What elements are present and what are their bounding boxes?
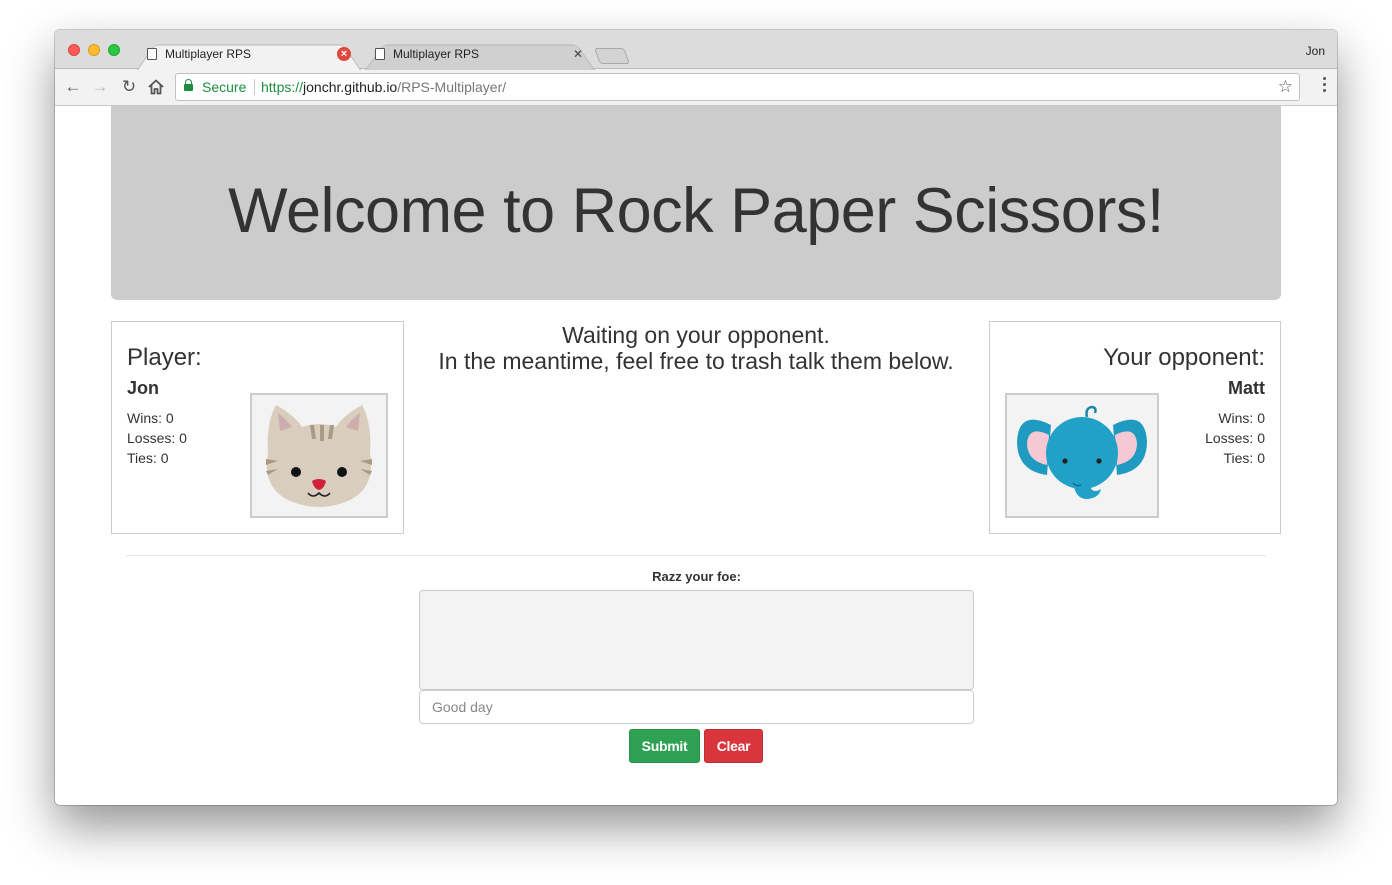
opponent-name: Matt xyxy=(1228,378,1265,398)
forward-arrow-icon[interactable]: → xyxy=(88,76,112,98)
profile-name[interactable]: Jon xyxy=(1306,44,1325,58)
elephant-icon xyxy=(1017,405,1147,499)
opponent-ties: Ties: 0 xyxy=(1223,450,1266,466)
submit-button[interactable]: Submit xyxy=(629,729,700,763)
opponent-panel: Your opponent: Matt Wins: 0 Losses: 0 Ti… xyxy=(989,321,1281,534)
window-maximize-button[interactable] xyxy=(108,44,120,56)
tab-title: Multiplayer RPS xyxy=(393,47,480,61)
divider xyxy=(254,79,255,95)
opponent-title: Your opponent: xyxy=(1103,344,1265,371)
page-icon xyxy=(375,48,385,60)
tab-strip: Multiplayer RPS × Multiplayer RPS ✕ Jon xyxy=(55,30,1337,69)
window-close-button[interactable] xyxy=(68,44,80,56)
status-line-1: Waiting on your opponent. xyxy=(562,322,830,348)
player-ties: Ties: 0 xyxy=(127,450,169,466)
back-arrow-icon[interactable]: ← xyxy=(61,76,85,98)
status-message: Waiting on your opponent. In the meantim… xyxy=(431,322,961,374)
browser-toolbar: ← → ↻ Secure https://jonchr.github.io/RP… xyxy=(55,69,1337,106)
browser-menu-icon[interactable] xyxy=(1323,77,1327,95)
lock-icon xyxy=(184,79,193,92)
close-tab-icon[interactable]: × xyxy=(337,47,351,61)
new-tab-button[interactable] xyxy=(594,48,630,64)
player-losses: Losses: 0 xyxy=(127,430,187,446)
divider xyxy=(126,555,1266,556)
page-title: Welcome to Rock Paper Scissors! xyxy=(228,176,1164,246)
jumbotron: Welcome to Rock Paper Scissors! xyxy=(111,106,1281,300)
player-wins: Wins: 0 xyxy=(127,410,174,426)
tab-inactive[interactable]: Multiplayer RPS ✕ xyxy=(365,39,595,69)
player-stats: Wins: 0 Losses: 0 Ties: 0 xyxy=(127,408,187,468)
page-viewport: Welcome to Rock Paper Scissors! Player: … xyxy=(55,106,1337,805)
chat-message-input[interactable] xyxy=(419,690,974,724)
player-name: Jon xyxy=(127,378,160,398)
player-title: Player: xyxy=(127,344,202,371)
player-avatar xyxy=(250,393,388,518)
cat-icon xyxy=(266,405,372,507)
close-tab-icon[interactable]: ✕ xyxy=(571,47,585,61)
clear-button[interactable]: Clear xyxy=(704,729,763,763)
status-line-2: In the meantime, feel free to trash talk… xyxy=(438,348,954,374)
opponent-wins: Wins: 0 xyxy=(1218,410,1265,426)
bookmark-star-icon[interactable]: ☆ xyxy=(1278,77,1293,97)
player-panel: Player: Jon Wins: 0 Losses: 0 Ties: 0 xyxy=(111,321,404,534)
address-bar[interactable]: Secure https://jonchr.github.io/RPS-Mult… xyxy=(175,73,1300,101)
tab-title: Multiplayer RPS xyxy=(165,47,252,61)
opponent-stats: Wins: 0 Losses: 0 Ties: 0 xyxy=(1205,408,1265,468)
home-icon[interactable] xyxy=(144,76,168,98)
url-text[interactable]: https://jonchr.github.io/RPS-Multiplayer… xyxy=(261,79,506,95)
url-host: jonchr.github.io xyxy=(303,79,398,95)
tab-active[interactable]: Multiplayer RPS × xyxy=(137,39,361,69)
opponent-losses: Losses: 0 xyxy=(1205,430,1265,446)
browser-window: Multiplayer RPS × Multiplayer RPS ✕ Jon … xyxy=(55,30,1337,805)
chat-label: Razz your foe: xyxy=(652,569,741,584)
secure-label: Secure xyxy=(202,79,247,95)
chat-log[interactable] xyxy=(419,590,974,690)
window-minimize-button[interactable] xyxy=(88,44,100,56)
page-icon xyxy=(147,48,157,60)
opponent-avatar xyxy=(1005,393,1159,518)
url-scheme: https:// xyxy=(261,79,304,95)
url-path: /RPS-Multiplayer/ xyxy=(397,79,507,95)
reload-icon[interactable]: ↻ xyxy=(117,76,141,98)
